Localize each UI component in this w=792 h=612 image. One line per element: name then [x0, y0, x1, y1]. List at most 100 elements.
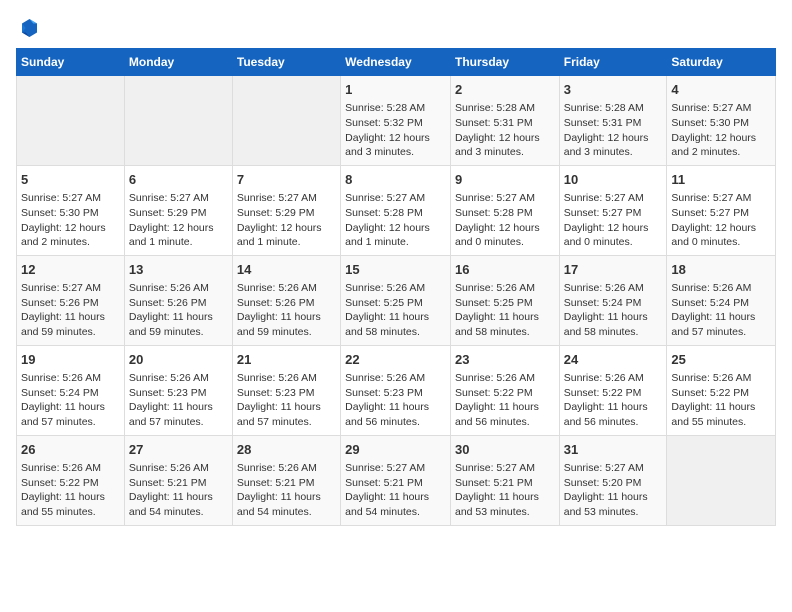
sunrise-text: Sunrise: 5:27 AM	[129, 191, 228, 206]
day-number: 1	[345, 81, 446, 99]
day-number: 15	[345, 261, 446, 279]
daylight-text: Daylight: 12 hours and 2 minutes.	[671, 131, 771, 160]
logo-icon	[16, 16, 40, 40]
daylight-text: Daylight: 11 hours and 56 minutes.	[345, 400, 446, 429]
sunrise-text: Sunrise: 5:27 AM	[21, 281, 120, 296]
calendar-cell: 30Sunrise: 5:27 AMSunset: 5:21 PMDayligh…	[450, 435, 559, 525]
day-number: 6	[129, 171, 228, 189]
daylight-text: Daylight: 12 hours and 1 minute.	[237, 221, 336, 250]
day-number: 4	[671, 81, 771, 99]
weekday-header: Sunday	[17, 49, 125, 76]
sunset-text: Sunset: 5:20 PM	[564, 476, 663, 491]
daylight-text: Daylight: 12 hours and 2 minutes.	[21, 221, 120, 250]
sunrise-text: Sunrise: 5:27 AM	[671, 101, 771, 116]
weekday-header: Thursday	[450, 49, 559, 76]
sunset-text: Sunset: 5:22 PM	[455, 386, 555, 401]
sunset-text: Sunset: 5:24 PM	[671, 296, 771, 311]
day-number: 24	[564, 351, 663, 369]
calendar-cell: 12Sunrise: 5:27 AMSunset: 5:26 PMDayligh…	[17, 255, 125, 345]
day-number: 26	[21, 441, 120, 459]
weekday-header: Tuesday	[232, 49, 340, 76]
calendar-cell: 26 Sunrise: 5:26 AMSunset: 5:22 PMDayligh…	[17, 435, 125, 525]
sunset-text: Sunset: 5:29 PM	[129, 206, 228, 221]
sunrise-text: Sunrise: 5:27 AM	[345, 461, 446, 476]
sunset-text: Sunset: 5:23 PM	[129, 386, 228, 401]
sunrise-text: Sunrise: 5:26 AM	[237, 461, 336, 476]
sunset-text: Sunset: 5:30 PM	[21, 206, 120, 221]
calendar-cell: 8Sunrise: 5:27 AMSunset: 5:28 PMDaylight…	[341, 165, 451, 255]
day-number: 7	[237, 171, 336, 189]
calendar-week-row: 12Sunrise: 5:27 AMSunset: 5:26 PMDayligh…	[17, 255, 776, 345]
daylight-text: Daylight: 12 hours and 3 minutes.	[564, 131, 663, 160]
sunrise-text: Sunrise: 5:26 AM	[237, 371, 336, 386]
sunset-text: Sunset: 5:26 PM	[129, 296, 228, 311]
sunrise-text: Sunrise: 5:26 AM	[345, 371, 446, 386]
daylight-text: Daylight: 11 hours and 53 minutes.	[455, 490, 555, 519]
day-number: 11	[671, 171, 771, 189]
sunset-text: Sunset: 5:22 PM	[671, 386, 771, 401]
sunrise-text: Sunrise: 5:27 AM	[345, 191, 446, 206]
sunset-text: Sunset: 5:23 PM	[345, 386, 446, 401]
sunset-text: Sunset: 5:27 PM	[564, 206, 663, 221]
sunset-text: Sunset: 5:24 PM	[21, 386, 120, 401]
sunset-text: Sunset: 5:30 PM	[671, 116, 771, 131]
day-number: 5	[21, 171, 120, 189]
daylight-text: Daylight: 11 hours and 58 minutes.	[345, 310, 446, 339]
sunrise-text: Sunrise: 5:27 AM	[237, 191, 336, 206]
sunset-text: Sunset: 5:24 PM	[564, 296, 663, 311]
calendar-cell: 13Sunrise: 5:26 AMSunset: 5:26 PMDayligh…	[124, 255, 232, 345]
calendar-cell: 16Sunrise: 5:26 AMSunset: 5:25 PMDayligh…	[450, 255, 559, 345]
daylight-text: Daylight: 11 hours and 54 minutes.	[345, 490, 446, 519]
day-number: 14	[237, 261, 336, 279]
sunset-text: Sunset: 5:27 PM	[671, 206, 771, 221]
weekday-header: Saturday	[667, 49, 776, 76]
calendar-cell: 27Sunrise: 5:26 AMSunset: 5:21 PMDayligh…	[124, 435, 232, 525]
sunrise-text: Sunrise: 5:26 AM	[345, 281, 446, 296]
daylight-text: Daylight: 11 hours and 57 minutes.	[21, 400, 120, 429]
calendar-cell: 24Sunrise: 5:26 AMSunset: 5:22 PMDayligh…	[559, 345, 667, 435]
sunset-text: Sunset: 5:28 PM	[345, 206, 446, 221]
calendar-cell: 6 Sunrise: 5:27 AMSunset: 5:29 PMDaylight…	[124, 165, 232, 255]
daylight-text: Daylight: 11 hours and 56 minutes.	[455, 400, 555, 429]
calendar-cell: 2Sunrise: 5:28 AMSunset: 5:31 PMDaylight…	[450, 76, 559, 166]
calendar-cell: 21Sunrise: 5:26 AMSunset: 5:23 PMDayligh…	[232, 345, 340, 435]
calendar-cell	[124, 76, 232, 166]
sunset-text: Sunset: 5:29 PM	[237, 206, 336, 221]
daylight-text: Daylight: 11 hours and 53 minutes.	[564, 490, 663, 519]
daylight-text: Daylight: 11 hours and 59 minutes.	[237, 310, 336, 339]
calendar-week-row: 19Sunrise: 5:26 AMSunset: 5:24 PMDayligh…	[17, 345, 776, 435]
calendar-cell	[232, 76, 340, 166]
calendar-cell: 23Sunrise: 5:26 AMSunset: 5:22 PMDayligh…	[450, 345, 559, 435]
sunrise-text: Sunrise: 5:27 AM	[671, 191, 771, 206]
sunrise-text: Sunrise: 5:26 AM	[671, 281, 771, 296]
sunset-text: Sunset: 5:22 PM	[564, 386, 663, 401]
calendar-cell: 4 Sunrise: 5:27 AMSunset: 5:30 PMDaylight…	[667, 76, 776, 166]
daylight-text: Daylight: 12 hours and 1 minute.	[129, 221, 228, 250]
sunrise-text: Sunrise: 5:26 AM	[564, 281, 663, 296]
calendar-week-row: 5Sunrise: 5:27 AMSunset: 5:30 PMDaylight…	[17, 165, 776, 255]
day-number: 9	[455, 171, 555, 189]
sunrise-text: Sunrise: 5:26 AM	[21, 461, 120, 476]
daylight-text: Daylight: 12 hours and 0 minutes.	[564, 221, 663, 250]
sunrise-text: Sunrise: 5:26 AM	[564, 371, 663, 386]
day-number: 13	[129, 261, 228, 279]
calendar-cell: 17Sunrise: 5:26 AMSunset: 5:24 PMDayligh…	[559, 255, 667, 345]
sunset-text: Sunset: 5:21 PM	[455, 476, 555, 491]
day-number: 23	[455, 351, 555, 369]
daylight-text: Daylight: 11 hours and 59 minutes.	[129, 310, 228, 339]
sunset-text: Sunset: 5:23 PM	[237, 386, 336, 401]
daylight-text: Daylight: 12 hours and 3 minutes.	[345, 131, 446, 160]
sunset-text: Sunset: 5:32 PM	[345, 116, 446, 131]
day-number: 25	[671, 351, 771, 369]
sunrise-text: Sunrise: 5:27 AM	[455, 461, 555, 476]
weekday-header-row: SundayMondayTuesdayWednesdayThursdayFrid…	[17, 49, 776, 76]
calendar-week-row: 1Sunrise: 5:28 AMSunset: 5:32 PMDaylight…	[17, 76, 776, 166]
sunrise-text: Sunrise: 5:28 AM	[564, 101, 663, 116]
daylight-text: Daylight: 11 hours and 55 minutes.	[21, 490, 120, 519]
sunset-text: Sunset: 5:22 PM	[21, 476, 120, 491]
sunrise-text: Sunrise: 5:28 AM	[455, 101, 555, 116]
sunrise-text: Sunrise: 5:26 AM	[129, 461, 228, 476]
calendar-cell: 10Sunrise: 5:27 AMSunset: 5:27 PMDayligh…	[559, 165, 667, 255]
daylight-text: Daylight: 11 hours and 57 minutes.	[237, 400, 336, 429]
daylight-text: Daylight: 11 hours and 58 minutes.	[455, 310, 555, 339]
